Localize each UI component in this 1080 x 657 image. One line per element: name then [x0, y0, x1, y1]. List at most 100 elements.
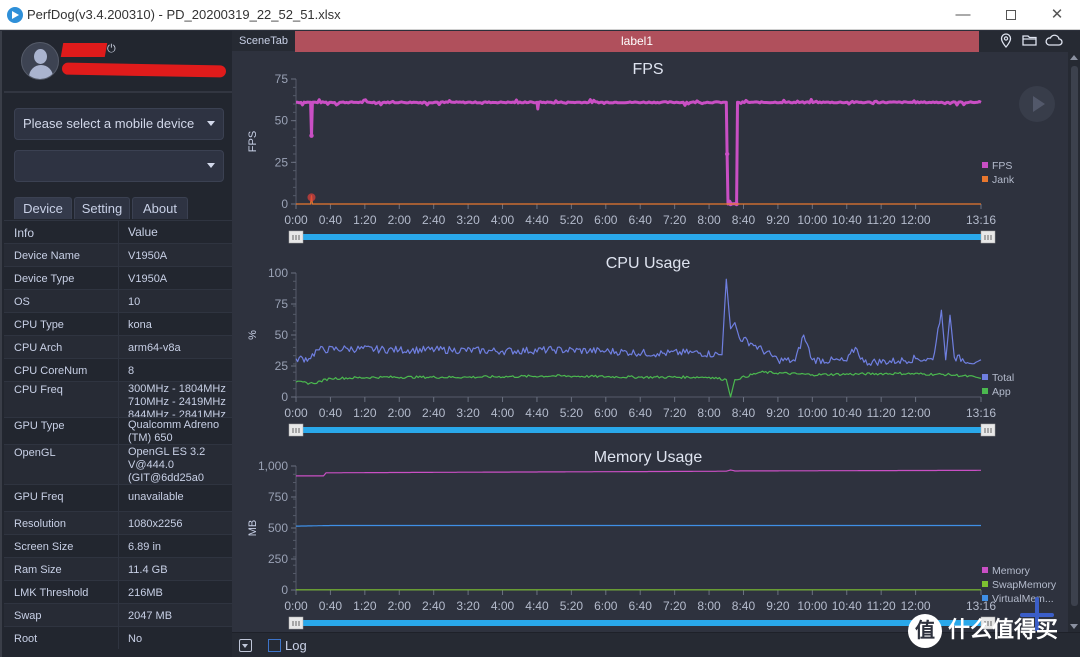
series-line-total: [295, 278, 982, 366]
scroll-down-icon[interactable]: [1070, 624, 1078, 629]
app-select[interactable]: [14, 150, 224, 182]
column-divider: [118, 581, 119, 603]
x-tick-label: 0:40: [319, 599, 343, 613]
avatar[interactable]: [21, 42, 59, 80]
x-tick-label: 10:40: [832, 599, 862, 613]
main-panel: SceneTab label1 FPS FPS 0 25 50 75 0:00 0:40 1:2…: [232, 31, 1080, 657]
table-row: GPU Type Qualcomm Adreno (TM) 650: [4, 417, 232, 444]
x-tick-label: 11:20: [867, 213, 896, 227]
table-row: LMK Threshold 216MB: [4, 580, 232, 603]
y-tick-label: 50: [275, 114, 289, 128]
scroll-up-icon[interactable]: [1070, 55, 1078, 60]
info-value: 2047 MB: [128, 610, 173, 622]
info-key: CPU Arch: [14, 342, 63, 354]
column-divider: [118, 445, 119, 484]
x-tick-label: 9:20: [766, 406, 790, 420]
expand-dropdown-button[interactable]: [239, 639, 252, 652]
x-tick-label: 12:00: [901, 213, 931, 227]
tab-setting[interactable]: Setting: [74, 197, 130, 219]
table-row: OpenGL OpenGL ES 3.2 V@444.0 (GIT@6dd25a0: [4, 444, 232, 484]
x-tick-label: 4:00: [491, 406, 515, 420]
minimize-button[interactable]: —: [940, 0, 986, 30]
range-slider-track: [302, 427, 989, 433]
user-icon-body: [29, 65, 53, 79]
column-divider: [118, 558, 119, 580]
column-divider: [118, 604, 119, 626]
tab-about[interactable]: About: [132, 197, 188, 219]
x-tick-label: 6:00: [594, 406, 618, 420]
table-row: CPU CoreNum 8: [4, 358, 232, 381]
x-tick-label: 0:00: [284, 406, 308, 420]
play-button[interactable]: [1019, 86, 1055, 122]
maximize-button[interactable]: [988, 0, 1034, 30]
toolbar-icons: [979, 31, 1080, 52]
table-row: OS 10: [4, 289, 232, 312]
legend-label: SwapMemory: [992, 579, 1057, 591]
scene-tab[interactable]: SceneTab: [232, 31, 295, 51]
x-tick-label: 1:20: [353, 213, 377, 227]
vertical-scrollbar[interactable]: [1068, 52, 1080, 632]
user-icon-head: [34, 49, 47, 64]
table-row: Resolution 1080x2256: [4, 511, 232, 534]
y-tick-label: 100: [268, 266, 288, 280]
info-key: Device Name: [14, 250, 81, 262]
column-divider: [118, 535, 119, 557]
close-button[interactable]: ✕: [1034, 0, 1080, 30]
log-checkbox[interactable]: [268, 639, 281, 652]
info-key: OS: [14, 296, 30, 308]
y-tick-label: 750: [268, 490, 288, 504]
device-select[interactable]: Please select a mobile device: [14, 108, 224, 140]
info-value: OpenGL ES 3.2 V@444.0 (GIT@6dd25a0: [128, 446, 206, 484]
cloud-icon[interactable]: [1044, 33, 1063, 50]
location-pin-icon[interactable]: [1000, 33, 1012, 51]
table-row: CPU Arch arm64-v8a: [4, 335, 232, 358]
x-tick-label: 6:00: [594, 599, 618, 613]
watermark-text: 什么值得买: [948, 617, 1059, 642]
legend-label: Jank: [992, 174, 1015, 186]
legend-swatch: [982, 176, 988, 182]
info-value: unavailable: [128, 491, 184, 503]
legend-label: App: [992, 386, 1011, 398]
tab-device[interactable]: Device: [14, 197, 72, 219]
scrollbar-thumb[interactable]: [1071, 66, 1078, 606]
x-tick-label: 11:20: [867, 599, 896, 613]
log-label: Log: [285, 638, 307, 653]
range-slider-track: [302, 234, 989, 240]
x-tick-label: 0:00: [284, 213, 308, 227]
series-line-memory: [296, 469, 981, 477]
label-bar[interactable]: label1: [295, 31, 979, 52]
table-header: Info Value: [4, 220, 232, 243]
y-tick-label: 50: [275, 328, 289, 342]
info-key: Ram Size: [14, 564, 62, 576]
info-value: 1080x2256: [128, 518, 183, 530]
folder-icon[interactable]: [1022, 33, 1037, 50]
chevron-down-icon: [207, 121, 215, 126]
x-tick-label: 2:40: [422, 599, 446, 613]
legend-swatch: [982, 374, 988, 380]
column-divider: [118, 359, 119, 381]
x-tick-label: 7:20: [663, 213, 687, 227]
info-key: CPU Type: [14, 319, 64, 331]
x-tick-label: 7:20: [663, 599, 687, 613]
info-key: OpenGL: [14, 447, 56, 459]
fps-data-point: [724, 151, 730, 157]
power-icon[interactable]: ⏻: [107, 43, 119, 55]
divider: [4, 91, 232, 93]
table-row: Device Name V1950A: [4, 243, 232, 266]
legend-label: Total: [992, 372, 1014, 384]
legend-swatch: [982, 581, 988, 587]
info-value: 10: [128, 296, 141, 308]
device-info-table: Info Value Device Name V1950A Device Type V…: [4, 220, 232, 649]
series-line-app: [295, 370, 982, 398]
y-axis-label: MB: [247, 520, 259, 537]
legend-label: FPS: [992, 160, 1012, 172]
chart-title: FPS: [632, 61, 663, 78]
info-key: Screen Size: [14, 541, 74, 553]
info-value: 216MB: [128, 587, 163, 599]
column-divider: [118, 313, 119, 335]
y-tick-label: 75: [275, 72, 289, 86]
legend-swatch: [982, 567, 988, 573]
x-tick-label: 8:00: [697, 599, 721, 613]
column-divider: [118, 512, 119, 534]
x-tick-label: 8:40: [732, 406, 756, 420]
